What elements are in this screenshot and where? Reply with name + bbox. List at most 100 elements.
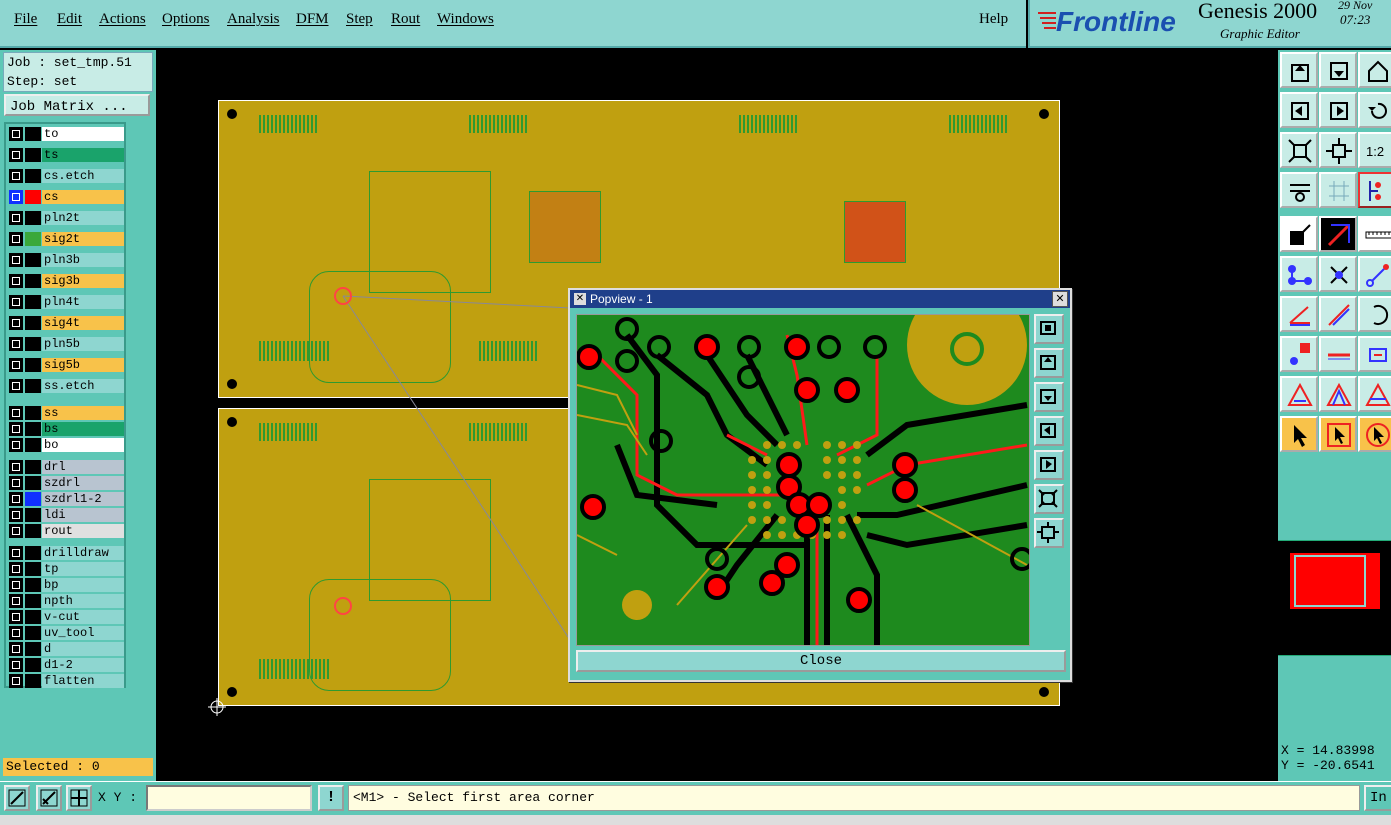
angle-icon[interactable] — [1280, 296, 1318, 332]
layer-row[interactable]: sig3b — [8, 273, 124, 289]
layer-checkbox[interactable] — [9, 337, 23, 351]
triangle-outline-icon[interactable] — [1319, 376, 1357, 412]
menu-analysis[interactable]: Analysis — [227, 11, 280, 28]
net-icon[interactable] — [1358, 172, 1391, 208]
menu-dfm[interactable]: DFM — [296, 11, 329, 28]
snap-settings-icon[interactable] — [1280, 172, 1318, 208]
layer-row[interactable]: flatten — [8, 673, 124, 689]
layer-row[interactable]: bp — [8, 577, 124, 593]
layer-color-swatch[interactable] — [25, 438, 41, 452]
layer-checkbox[interactable] — [9, 578, 23, 592]
layer-checkbox[interactable] — [9, 594, 23, 608]
menu-help[interactable]: Help — [979, 11, 1008, 28]
layer-checkbox[interactable] — [9, 524, 23, 538]
grid-icon[interactable] — [66, 785, 92, 811]
layer-row[interactable]: bs — [8, 421, 124, 437]
xy-input[interactable] — [146, 785, 312, 811]
layer-color-swatch[interactable] — [25, 169, 41, 183]
layer-checkbox[interactable] — [9, 476, 23, 490]
layer-checkbox[interactable] — [9, 422, 23, 436]
layer-color-swatch[interactable] — [25, 316, 41, 330]
layer-color-swatch[interactable] — [25, 295, 41, 309]
window-menu-icon[interactable]: ✕ — [574, 293, 586, 305]
in-button[interactable]: In — [1364, 785, 1391, 811]
undo-icon[interactable] — [1358, 92, 1391, 128]
layer-color-swatch[interactable] — [25, 337, 41, 351]
layer-checkbox[interactable] — [9, 406, 23, 420]
layer-row[interactable]: npth — [8, 593, 124, 609]
layer-checkbox[interactable] — [9, 460, 23, 474]
pointer-icon[interactable] — [1280, 416, 1318, 452]
snap-icon[interactable] — [4, 785, 30, 811]
layer-row[interactable]: szdrl1-2 — [8, 491, 124, 507]
layer-checkbox[interactable] — [9, 169, 23, 183]
center-icon[interactable] — [1319, 132, 1357, 168]
resize-icon[interactable] — [1358, 336, 1391, 372]
layer-color-swatch[interactable] — [25, 460, 41, 474]
layer-row[interactable]: pln4t — [8, 294, 124, 310]
layer-color-swatch[interactable] — [25, 508, 41, 522]
layer-row[interactable]: ldi — [8, 507, 124, 523]
layer-checkbox[interactable] — [9, 438, 23, 452]
pan-left-icon[interactable] — [1034, 416, 1064, 446]
layer-row[interactable]: szdrl — [8, 475, 124, 491]
triangle-fill-icon[interactable] — [1358, 376, 1391, 412]
pan-up-icon[interactable] — [1034, 348, 1064, 378]
menu-options[interactable]: Options — [162, 11, 210, 28]
layer-checkbox[interactable] — [9, 546, 23, 560]
layer-row[interactable]: d1-2 — [8, 657, 124, 673]
layer-checkbox[interactable] — [9, 211, 23, 225]
layer-checkbox[interactable] — [9, 626, 23, 640]
fit-icon[interactable] — [1280, 132, 1318, 168]
menu-step[interactable]: Step — [346, 11, 373, 28]
layer-color-swatch[interactable] — [25, 642, 41, 656]
layer-color-swatch[interactable] — [25, 562, 41, 576]
pointer-box-icon[interactable] — [1319, 416, 1357, 452]
layer-row[interactable]: bo — [8, 437, 124, 453]
layer-row[interactable]: cs — [8, 189, 124, 205]
layer-checkbox[interactable] — [9, 232, 23, 246]
layer-checkbox[interactable] — [9, 674, 23, 688]
layer-row[interactable]: v-cut — [8, 609, 124, 625]
zoom-home-icon[interactable] — [1319, 52, 1357, 88]
layer-color-swatch[interactable] — [25, 524, 41, 538]
layer-row[interactable]: drl — [8, 459, 124, 475]
pan-left-icon[interactable] — [1280, 92, 1318, 128]
layer-checkbox[interactable] — [9, 492, 23, 506]
alert-button[interactable]: ! — [318, 785, 344, 811]
pointer-circle-icon[interactable] — [1358, 416, 1391, 452]
popview-zoom-area[interactable] — [576, 314, 1030, 646]
layer-color-swatch[interactable] — [25, 358, 41, 372]
layer-color-swatch[interactable] — [25, 379, 41, 393]
layer-color-swatch[interactable] — [25, 610, 41, 624]
menu-windows[interactable]: Windows — [437, 11, 494, 28]
pan-right-icon[interactable] — [1034, 450, 1064, 480]
menu-file[interactable]: File — [14, 11, 37, 28]
ruler-icon[interactable] — [1358, 216, 1391, 252]
layer-color-swatch[interactable] — [25, 492, 41, 506]
line-icon[interactable] — [1319, 296, 1357, 332]
highlight-icon[interactable] — [1319, 216, 1357, 252]
layer-row[interactable]: drilldraw — [8, 545, 124, 561]
layer-row[interactable]: cs.etch — [8, 168, 124, 184]
route-icon[interactable] — [1358, 256, 1391, 292]
layer-row[interactable]: ts — [8, 147, 124, 163]
layer-checkbox[interactable] — [9, 127, 23, 141]
menu-rout[interactable]: Rout — [391, 11, 420, 28]
pan-right-icon[interactable] — [1319, 92, 1357, 128]
measure-icon[interactable] — [36, 785, 62, 811]
layer-color-swatch[interactable] — [25, 211, 41, 225]
layer-row[interactable]: d — [8, 641, 124, 657]
center-icon[interactable] — [1034, 518, 1064, 548]
job-matrix-button[interactable]: Job Matrix ... — [4, 94, 150, 116]
pan-down-icon[interactable] — [1034, 382, 1064, 412]
layer-row[interactable]: pln3b — [8, 252, 124, 268]
layer-color-swatch[interactable] — [25, 476, 41, 490]
layer-checkbox[interactable] — [9, 508, 23, 522]
layer-color-swatch[interactable] — [25, 422, 41, 436]
layer-color-swatch[interactable] — [25, 190, 41, 204]
ratio-icon[interactable]: 1:2 — [1358, 132, 1391, 168]
popview-close-button[interactable]: Close — [576, 650, 1066, 672]
layer-checkbox[interactable] — [9, 253, 23, 267]
layer-color-swatch[interactable] — [25, 127, 41, 141]
